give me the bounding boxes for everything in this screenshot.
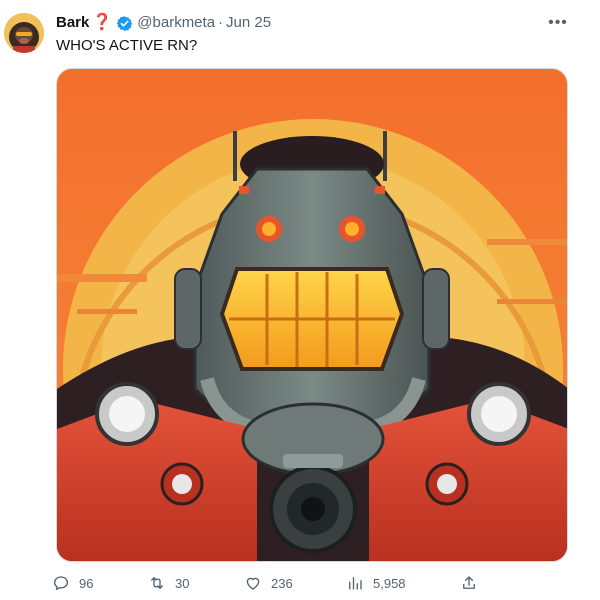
views-button[interactable]: 5,958 bbox=[346, 570, 406, 596]
author-name[interactable]: Bark bbox=[56, 13, 89, 33]
more-options-button[interactable]: ••• bbox=[546, 14, 570, 32]
robot-gorilla-image bbox=[57, 69, 567, 561]
like-button[interactable]: 236 bbox=[244, 570, 293, 596]
views-chart-icon bbox=[349, 577, 362, 590]
avatar[interactable] bbox=[4, 13, 44, 53]
retweet-button[interactable]: 30 bbox=[148, 570, 189, 596]
share-button[interactable] bbox=[460, 570, 478, 596]
retweet-icon bbox=[151, 577, 163, 589]
tweet-text: WHO'S ACTIVE RN? bbox=[56, 37, 198, 54]
author-handle[interactable]: @barkmeta bbox=[137, 13, 215, 33]
view-count: 5,958 bbox=[373, 575, 406, 591]
author-name-suffix: ❓ bbox=[92, 14, 113, 31]
gorilla-avatar-icon bbox=[4, 13, 44, 53]
retweet-count: 30 bbox=[175, 575, 190, 591]
reply-icon bbox=[53, 576, 69, 591]
tweet-media[interactable] bbox=[56, 68, 568, 562]
like-count: 236 bbox=[271, 575, 293, 591]
tweet-card[interactable]: Bark ❓ @barkmeta · Jun 25 ••• WHO'S ACTI… bbox=[0, 0, 600, 600]
verified-badge-icon bbox=[117, 15, 133, 31]
separator-dot: · bbox=[218, 14, 224, 31]
tweet-header: Bark ❓ @barkmeta · Jun 25 bbox=[56, 13, 271, 33]
heart-icon bbox=[246, 577, 260, 590]
action-bar: 96 30 236 5,958 bbox=[52, 570, 492, 596]
reply-button[interactable]: 96 bbox=[52, 570, 93, 596]
share-icon bbox=[463, 576, 475, 589]
tweet-date[interactable]: Jun 25 bbox=[226, 13, 271, 33]
more-icon: ••• bbox=[548, 14, 568, 31]
reply-count: 96 bbox=[79, 575, 94, 591]
